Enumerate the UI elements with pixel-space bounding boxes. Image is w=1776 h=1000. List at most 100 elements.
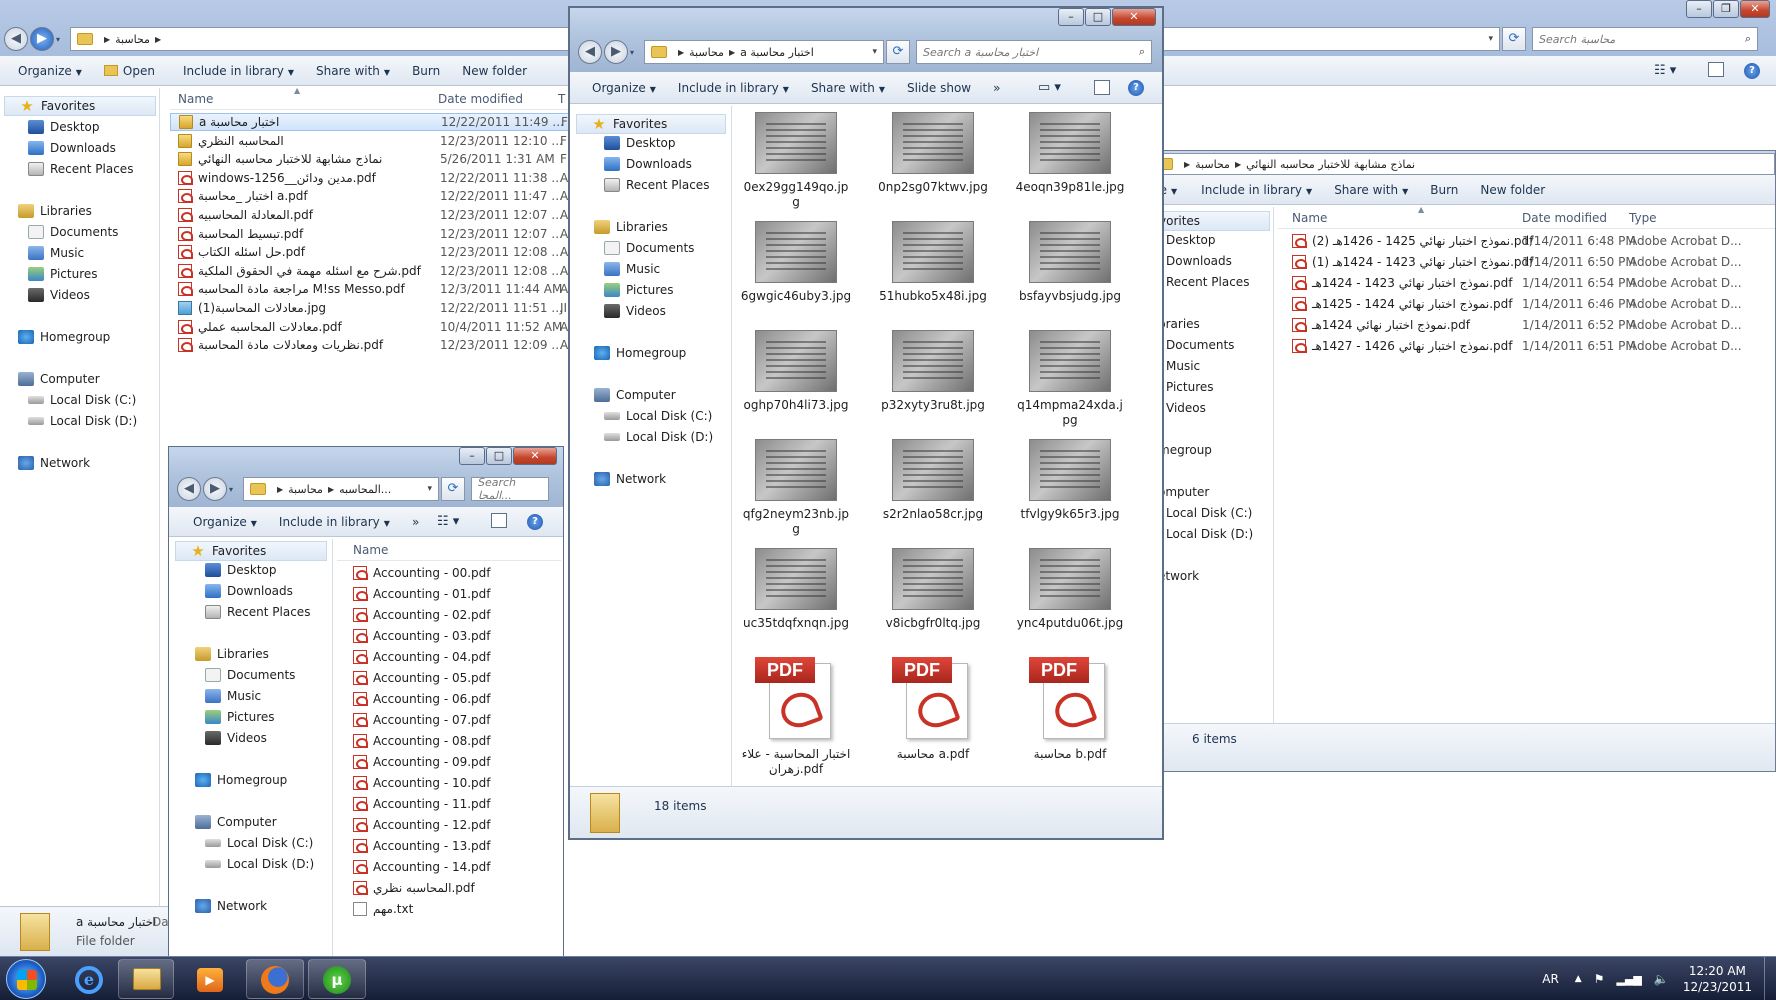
breadcrumb-item[interactable]: محاسبة — [1195, 158, 1230, 171]
search-input[interactable]: Search محاسبة ⌕ — [1532, 27, 1758, 51]
nav-documents[interactable]: Documents — [1166, 338, 1234, 352]
file-row[interactable]: تبسيط المحاسبة.pdf 12/23/2011 12:07 ... A — [170, 225, 570, 243]
nav-favorites[interactable]: ★ Favorites — [4, 96, 156, 116]
close-button[interactable]: ✕ — [513, 447, 557, 465]
nav-favorites[interactable]: ★ Favorites — [576, 114, 726, 134]
nav-network[interactable]: Network — [594, 472, 666, 486]
taskbar-firefox[interactable] — [246, 959, 304, 999]
maximize-button[interactable]: □ — [486, 447, 512, 465]
breadcrumb-item[interactable]: محاسبة — [689, 46, 724, 59]
nav-libraries[interactable]: Libraries — [594, 220, 668, 234]
file-row[interactable]: (معادلات المحاسبة(1.jpg 12/22/2011 11:51 … — [170, 299, 570, 317]
nav-videos[interactable]: Videos — [28, 288, 90, 302]
minimize-button[interactable]: – — [1058, 8, 1084, 26]
preview-pane-icon[interactable] — [491, 513, 507, 528]
back-button[interactable]: ◀ — [578, 40, 602, 64]
organize-button[interactable]: Organize ▼ — [592, 81, 656, 95]
nav-local-disk-c[interactable]: Local Disk (C:) — [28, 393, 136, 407]
thumbnail-item[interactable]: q14mpma24xda.jpg — [1014, 330, 1126, 434]
thumbnail-item[interactable]: qfg2neym23nb.jpg — [740, 439, 852, 543]
nav-music[interactable]: Music — [205, 689, 261, 703]
nav-music[interactable]: Music — [28, 246, 84, 260]
nav-network[interactable]: etwork — [1158, 569, 1199, 583]
breadcrumb-arrow-icon[interactable]: ▶ — [104, 35, 110, 44]
nav-computer[interactable]: Computer — [18, 372, 100, 386]
include-in-library-button[interactable]: Include in library ▼ — [1201, 183, 1312, 197]
search-input[interactable]: Search المحا... — [471, 476, 549, 502]
right-address-bar[interactable]: ▶ محاسبة ▶ نماذج مشابهة للاختبار محاسبه … — [1150, 153, 1775, 175]
address-dropdown-icon[interactable]: ▾ — [872, 47, 877, 57]
address-dropdown-icon[interactable]: ▾ — [1488, 34, 1493, 44]
breadcrumb-item[interactable]: المحاسبه... — [339, 483, 391, 496]
file-row[interactable]: Accounting - 04.pdf — [337, 648, 561, 666]
minimize-button[interactable]: – — [1686, 0, 1712, 18]
nav-local-disk-c[interactable]: Local Disk (C:) — [205, 836, 313, 850]
share-with-button[interactable]: Share with ▼ — [1334, 183, 1408, 197]
preview-pane-icon[interactable] — [1708, 62, 1724, 77]
nav-downloads[interactable]: Downloads — [28, 141, 116, 155]
refresh-button[interactable]: ⟳ — [1502, 27, 1526, 51]
restore-button[interactable]: ❐ — [1713, 0, 1739, 18]
breadcrumb-arrow-icon[interactable]: ▶ — [678, 48, 684, 57]
file-row[interactable]: المعادلة المحاسبيه.pdf 12/23/2011 12:07 .… — [170, 206, 570, 224]
nav-network[interactable]: Network — [195, 899, 267, 913]
nav-downloads[interactable]: Downloads — [1166, 254, 1232, 268]
recent-pages-dropdown[interactable]: ▾ — [229, 485, 239, 494]
nav-homegroup[interactable]: Homegroup — [195, 773, 287, 787]
center-address-bar[interactable]: ▶ محاسبة ▶ a اختبار محاسبة ▾ — [644, 40, 884, 64]
nav-computer[interactable]: Computer — [195, 815, 277, 829]
address-dropdown-icon[interactable]: ▾ — [427, 484, 432, 494]
forward-button[interactable]: ▶ — [30, 27, 54, 51]
nav-network[interactable]: Network — [18, 456, 90, 470]
help-icon[interactable]: ? — [527, 514, 543, 530]
file-row[interactable]: Accounting - 01.pdf — [337, 585, 561, 603]
breadcrumb-arrow-icon[interactable]: ▶ — [328, 485, 334, 494]
taskbar-media-player[interactable]: ▶ — [180, 959, 236, 999]
nav-favorites[interactable]: ★ Favorites — [175, 541, 327, 561]
thumbnail-item[interactable]: 51hubko5x48i.jpg — [877, 221, 989, 325]
nav-desktop[interactable]: Desktop — [1166, 233, 1216, 247]
view-options-icon[interactable]: ☷ ▾ — [437, 514, 459, 529]
thumbnail-item[interactable]: PDF محاسبة b.pdf — [1014, 657, 1126, 779]
nav-local-disk-d[interactable]: Local Disk (D:) — [28, 414, 137, 428]
nav-local-disk-d[interactable]: Local Disk (D:) — [205, 857, 314, 871]
more-commands-button[interactable]: » — [412, 515, 419, 529]
file-row[interactable]: Accounting - 08.pdf — [337, 732, 561, 750]
file-row[interactable]: نماذج مشابهة للاختبار محاسبه النهائي 5/26… — [170, 150, 570, 168]
nav-music[interactable]: Music — [604, 262, 660, 276]
breadcrumb-arrow-icon[interactable]: ▶ — [277, 485, 283, 494]
nav-recent-places[interactable]: Recent Places — [28, 162, 133, 176]
nav-recent-places[interactable]: Recent Places — [604, 178, 709, 192]
thumbnail-item[interactable]: oghp70h4li73.jpg — [740, 330, 852, 434]
show-hidden-icons-icon[interactable]: ▲ — [1575, 974, 1582, 984]
include-in-library-button[interactable]: Include in library ▼ — [678, 81, 789, 95]
back-button[interactable]: ◀ — [177, 477, 201, 501]
file-row[interactable]: المحاسبه النظري 12/23/2011 12:10 ... F — [170, 132, 570, 150]
taskbar-internet-explorer[interactable]: e — [60, 959, 116, 999]
breadcrumb-arrow-icon[interactable]: ▶ — [729, 48, 735, 57]
breadcrumb-arrow-icon[interactable]: ▶ — [155, 35, 161, 44]
breadcrumb-arrow-icon[interactable]: ▶ — [1235, 160, 1241, 169]
nav-downloads[interactable]: Downloads — [604, 157, 692, 171]
open-button[interactable]: Open — [103, 64, 155, 78]
back-button[interactable]: ◀ — [4, 27, 28, 51]
maximize-button[interactable]: □ — [1085, 8, 1111, 26]
file-row[interactable]: نموذج اختبار نهائي 1423 - 1424هـ (1).pdf… — [1278, 253, 1775, 271]
file-row[interactable]: اختبار _محاسبة a.pdf 12/22/2011 11:47 ...… — [170, 187, 570, 205]
file-row[interactable]: نموذج اختبار نهائي 1423 - 1424هـ.pdf 1/14… — [1278, 274, 1775, 292]
thumbnail-item[interactable]: uc35tdqfxnqn.jpg — [740, 548, 852, 652]
column-name[interactable]: Name — [178, 92, 213, 106]
thumbnail-item[interactable]: PDF اختبار المحاسبة - علاء زهران.pdf — [740, 657, 852, 779]
help-icon[interactable]: ? — [1128, 80, 1144, 96]
share-with-button[interactable]: Share with ▼ — [811, 81, 885, 95]
nav-libraries[interactable]: Libraries — [195, 647, 269, 661]
file-row[interactable]: Accounting - 05.pdf — [337, 669, 561, 687]
organize-button[interactable]: Organize ▼ — [18, 64, 82, 78]
view-options-icon[interactable]: ☷ ▾ — [1654, 63, 1676, 78]
nav-recent-places[interactable]: Recent Places — [205, 605, 310, 619]
nav-desktop[interactable]: Desktop — [604, 136, 676, 150]
close-button[interactable]: ✕ — [1112, 8, 1156, 26]
close-button[interactable]: ✕ — [1740, 0, 1770, 18]
more-commands-button[interactable]: » — [993, 81, 1000, 95]
thumbnail-item[interactable]: 0ex29gg149qo.jpg — [740, 112, 852, 216]
